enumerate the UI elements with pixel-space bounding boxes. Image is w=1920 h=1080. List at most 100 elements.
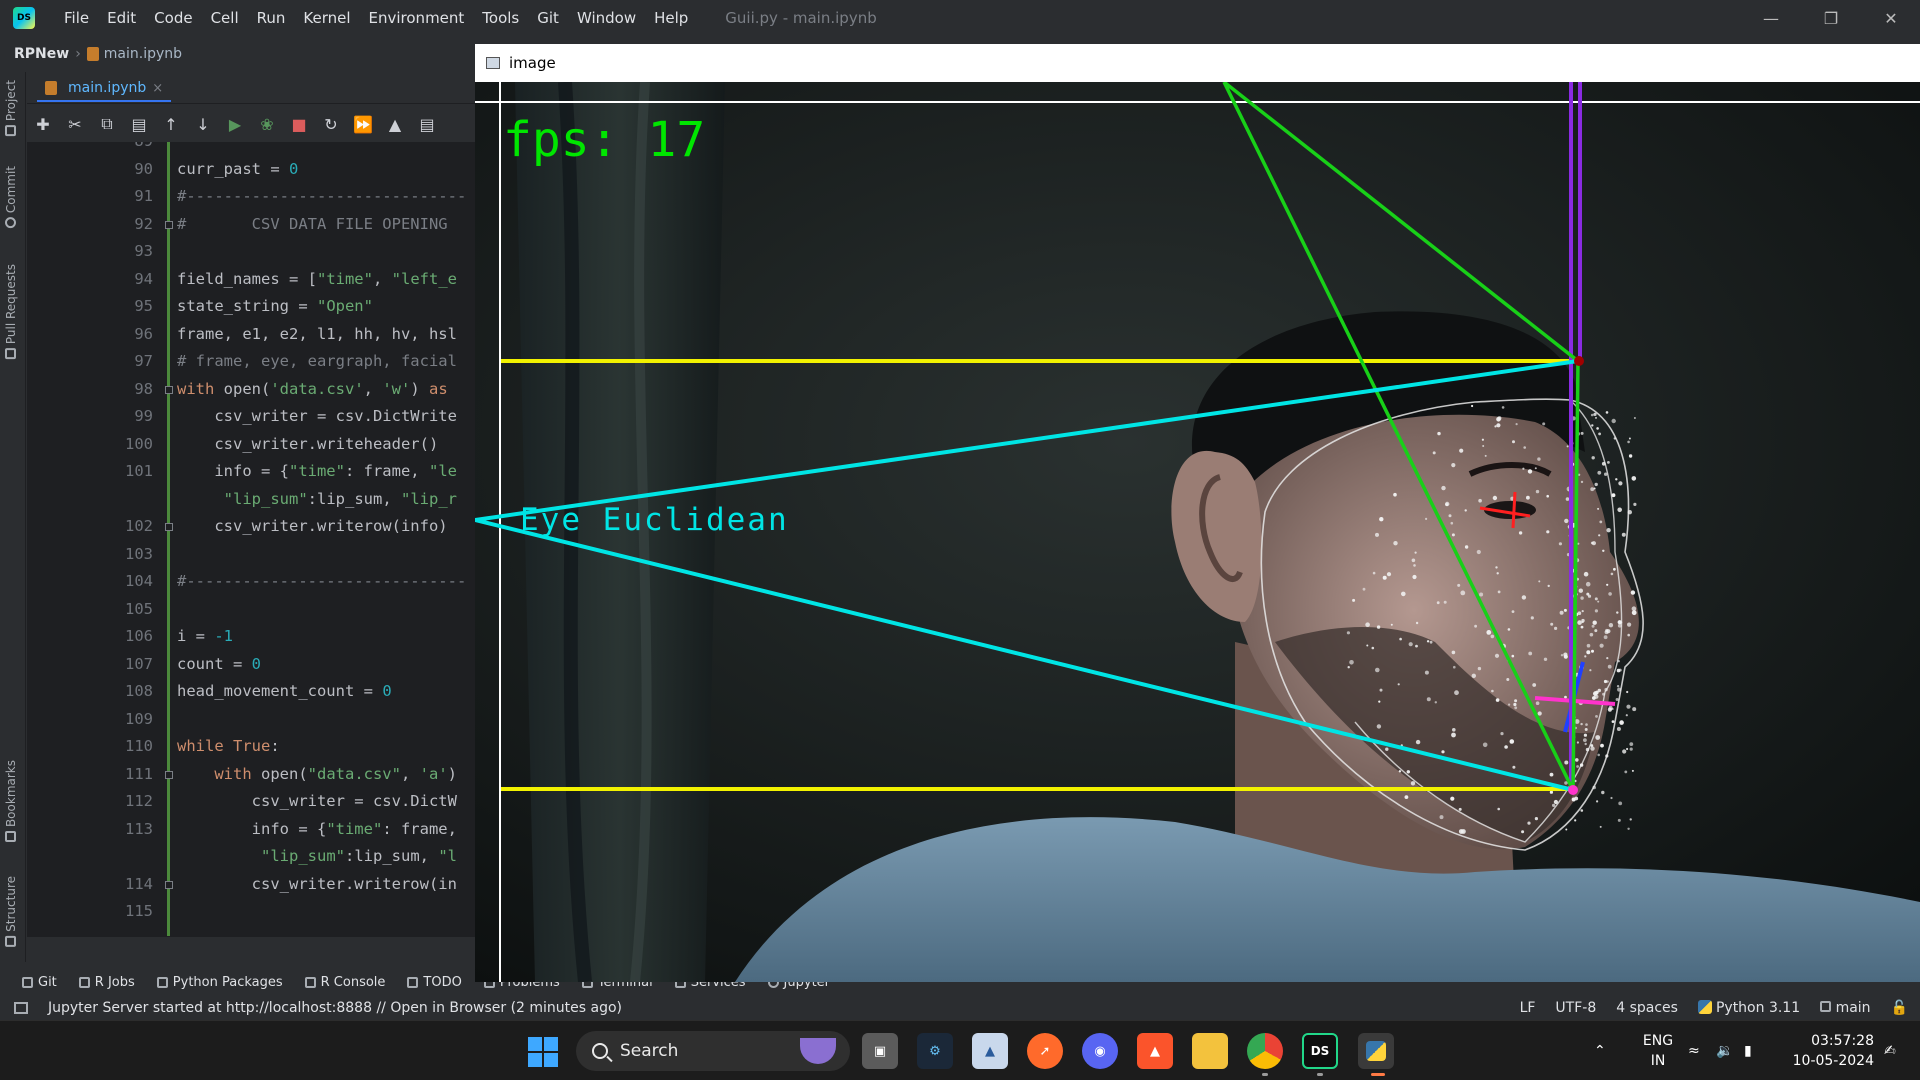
restore-button[interactable]: ❐ [1802, 0, 1860, 36]
delete-cell-icon[interactable]: ▤ [411, 110, 443, 138]
code-line[interactable]: 104 #------------------------------ [27, 568, 475, 596]
fold-marker-icon[interactable] [165, 220, 173, 229]
code-editor[interactable]: 89 90 curr_past = 0 91 #--------------------… [27, 142, 475, 936]
add-cell-icon[interactable]: ✚ [27, 110, 59, 138]
volume-icon[interactable]: 🔉 [1716, 1021, 1733, 1080]
wifi-icon[interactable]: ≈ [1688, 1021, 1700, 1080]
code-line[interactable]: 97 # frame, eye, eargraph, facial [27, 348, 475, 376]
menu-edit[interactable]: Edit [98, 9, 145, 27]
side-tab-pull-requests[interactable]: Pull Requests [4, 264, 18, 360]
discord-icon[interactable]: ◉ [1082, 1033, 1118, 1069]
status-message[interactable]: Jupyter Server started at http://localho… [48, 1000, 622, 1016]
tool-todo[interactable]: TODO [407, 975, 462, 990]
cut-icon[interactable]: ✂ [59, 110, 91, 138]
move-down-icon[interactable]: ↓ [187, 110, 219, 138]
code-line[interactable]: 103 [27, 541, 475, 569]
clear-outputs-icon[interactable]: ▲ [379, 110, 411, 138]
menu-code[interactable]: Code [145, 9, 201, 27]
cv-window-title-bar[interactable]: image [475, 44, 1920, 82]
code-line[interactable]: 115 [27, 898, 475, 926]
code-line[interactable]: 93 [27, 238, 475, 266]
lock-icon[interactable]: 🔓 [1891, 1000, 1908, 1016]
side-tab-project[interactable]: Project [4, 80, 18, 137]
steam-icon[interactable]: ⚙ [917, 1033, 953, 1069]
code-line[interactable]: 100 csv_writer.writeheader() [27, 431, 475, 459]
stop-icon[interactable]: ■ [283, 110, 315, 138]
run-cell-icon[interactable]: ▶ [219, 110, 251, 138]
tab-main-ipynb[interactable]: main.ipynb × [37, 76, 172, 102]
folder-icon[interactable] [1192, 1033, 1228, 1069]
close-tab-icon[interactable]: × [152, 81, 163, 96]
code-line[interactable]: 109 [27, 706, 475, 734]
taskbar-search-box[interactable]: Search [576, 1031, 850, 1071]
code-line[interactable]: 113 info = {"time": frame, [27, 816, 475, 844]
code-line[interactable]: 114 csv_writer.writerow(in [27, 871, 475, 899]
windows-start-icon[interactable] [528, 1037, 558, 1067]
fold-marker-icon[interactable] [165, 523, 173, 531]
app-orange-icon[interactable]: ➚ [1027, 1033, 1063, 1069]
fold-marker-icon[interactable] [165, 385, 173, 394]
tool-python-packages[interactable]: Python Packages [156, 975, 283, 990]
code-line[interactable]: "lip_sum":lip_sum, "l [27, 843, 475, 871]
paste-icon[interactable]: ▤ [123, 110, 155, 138]
code-line[interactable]: 107 count = 0 [27, 651, 475, 679]
code-line[interactable]: "lip_sum":lip_sum, "lip_r [27, 486, 475, 514]
side-tab-structure[interactable]: Structure [4, 876, 18, 947]
run-all-icon[interactable]: ⏩ [347, 110, 379, 138]
python-icon[interactable] [1358, 1033, 1394, 1069]
tool-git[interactable]: Git [22, 975, 57, 990]
menu-help[interactable]: Help [645, 9, 697, 27]
code-line[interactable]: 102 csv_writer.writerow(info) [27, 513, 475, 541]
menu-run[interactable]: Run [248, 9, 295, 27]
tool-r-console[interactable]: R Console [304, 975, 385, 990]
code-line[interactable]: 110 while True: [27, 733, 475, 761]
menu-kernel[interactable]: Kernel [294, 9, 359, 27]
code-line[interactable]: 91 #------------------------------ [27, 183, 475, 211]
code-line[interactable]: 94 field_names = ["time", "left_e [27, 266, 475, 294]
dataspell-logo-icon[interactable]: DS [13, 7, 35, 29]
code-line[interactable]: 89 [27, 142, 475, 156]
menu-tools[interactable]: Tools [473, 9, 528, 27]
code-line[interactable]: 98 with open('data.csv', 'w') as [27, 376, 475, 404]
fold-marker-icon[interactable] [165, 770, 173, 779]
code-line[interactable]: 105 [27, 596, 475, 624]
code-line[interactable]: 108 head_movement_count = 0 [27, 678, 475, 706]
menu-git[interactable]: Git [528, 9, 568, 27]
menu-file[interactable]: File [55, 9, 98, 27]
code-line[interactable]: 95 state_string = "Open" [27, 293, 475, 321]
fold-marker-icon[interactable] [165, 880, 173, 889]
python-interpreter[interactable]: Python 3.11 [1697, 1000, 1800, 1016]
battery-icon[interactable]: ▮ [1744, 1021, 1752, 1080]
code-line[interactable]: 111 with open("data.csv", 'a') [27, 761, 475, 789]
code-line[interactable]: 106 i = -1 [27, 623, 475, 651]
close-window-button[interactable]: ✕ [1862, 0, 1920, 36]
move-up-icon[interactable]: ↑ [155, 110, 187, 138]
code-line[interactable]: 90 curr_past = 0 [27, 156, 475, 184]
git-branch[interactable]: main [1820, 1000, 1871, 1016]
tool-r-jobs[interactable]: R Jobs [78, 975, 135, 990]
menu-cell[interactable]: Cell [202, 9, 248, 27]
file-encoding[interactable]: UTF-8 [1555, 1000, 1596, 1016]
code-line[interactable]: 112 csv_writer = csv.DictW [27, 788, 475, 816]
line-separator[interactable]: LF [1520, 1000, 1536, 1016]
breadcrumb-project[interactable]: RPNew [14, 46, 69, 62]
notifications-icon[interactable]: ✍ [1884, 1021, 1896, 1080]
menu-environment[interactable]: Environment [360, 9, 474, 27]
opencv-image-window[interactable]: image fps: 17 Eye Euclidean [475, 44, 1920, 982]
indent-setting[interactable]: 4 spaces [1616, 1000, 1678, 1016]
side-tab-commit[interactable]: Commit [4, 166, 18, 229]
side-tab-bookmarks[interactable]: Bookmarks [4, 760, 18, 843]
code-line[interactable]: 96 frame, e1, e2, l1, hh, hv, hsl [27, 321, 475, 349]
dataspell-icon[interactable]: DS [1302, 1033, 1338, 1069]
show-hidden-icons-icon[interactable]: ⌃ [1594, 1021, 1606, 1080]
debug-icon[interactable]: ❀ [251, 110, 283, 138]
breadcrumb-file[interactable]: main.ipynb [104, 46, 182, 62]
code-line[interactable]: 92 # CSV DATA FILE OPENING [27, 211, 475, 239]
editor-horizontal-scrollbar[interactable] [27, 936, 475, 956]
system-clock[interactable]: 03:57:28 10-05-2024 [1774, 1031, 1874, 1071]
toggle-tool-windows-icon[interactable] [14, 1002, 28, 1014]
menu-window[interactable]: Window [568, 9, 645, 27]
brave-icon[interactable]: ▲ [1137, 1033, 1173, 1069]
photos-icon[interactable]: ▲ [972, 1033, 1008, 1069]
code-line[interactable]: 99 csv_writer = csv.DictWrite [27, 403, 475, 431]
